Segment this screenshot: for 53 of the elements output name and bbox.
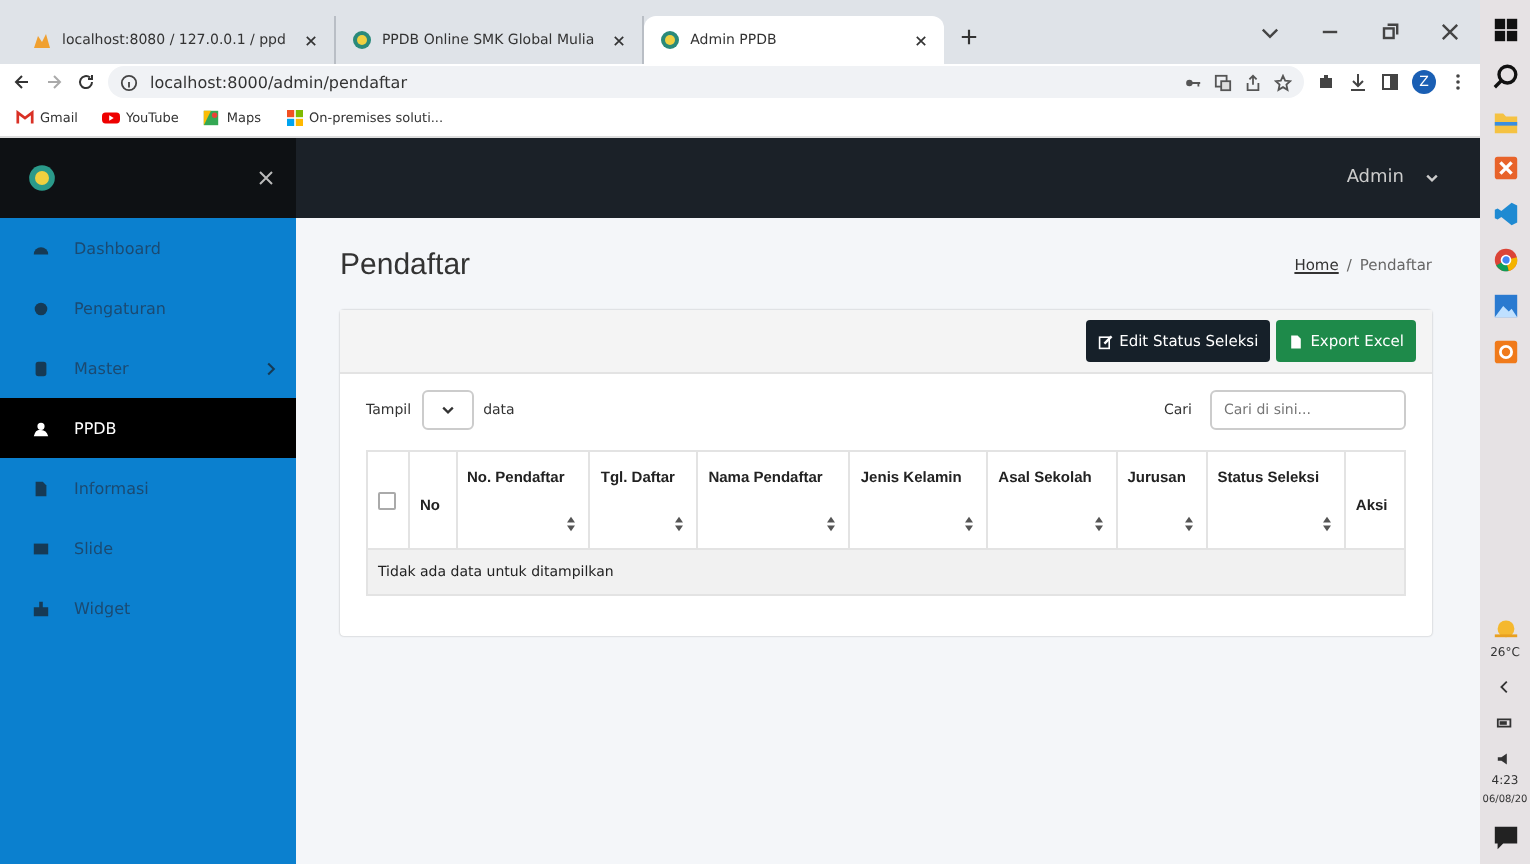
chrome-icon[interactable] [1491,246,1519,274]
user-icon [32,419,50,437]
mail-icon [16,110,34,126]
sort-icon[interactable] [1321,516,1332,532]
battery-icon[interactable] [1496,714,1514,732]
address-field[interactable]: localhost:8000/admin/pendaftar [108,66,1304,98]
sort-icon[interactable] [1093,516,1104,532]
four-squares-icon [285,110,304,126]
file-icon [1288,333,1305,349]
info-icon [120,73,138,91]
code-editor-icon[interactable] [1491,200,1519,228]
share-icon[interactable] [1244,73,1262,91]
close-icon[interactable] [303,33,318,47]
edit-icon [1097,333,1114,349]
close-icon[interactable] [612,33,627,47]
search-icon[interactable] [1491,62,1519,90]
sort-icon[interactable] [826,516,837,532]
app-icon[interactable] [1491,154,1519,182]
folder-icon[interactable] [1491,108,1519,136]
sort-icon[interactable] [1183,516,1194,532]
sort-icon[interactable] [674,516,685,532]
map-icon [202,110,221,126]
chevron-right-icon [266,361,276,375]
close-icon[interactable] [1438,20,1462,44]
sort-icon[interactable] [566,516,577,532]
emblem-icon [351,30,372,50]
sidebar-item[interactable]: PPDB [0,398,296,458]
page-title: Pendaftar [340,247,471,281]
sort-icon[interactable] [964,516,975,532]
select-all-checkbox[interactable] [378,491,396,509]
flame-icon [32,30,52,50]
caret-icon[interactable] [1424,170,1440,186]
download-icon[interactable] [1348,72,1368,92]
app-icon[interactable] [1491,338,1519,366]
close-sidebar-icon[interactable] [256,168,276,188]
file-icon [32,479,50,497]
emblem-logo [28,164,56,192]
emblem-icon [660,30,681,50]
windows-icon[interactable] [1491,16,1519,44]
chevron-down-icon [439,402,456,418]
photos-icon[interactable] [1491,292,1519,320]
side-panel-icon[interactable] [1380,72,1400,92]
play-icon [101,110,120,126]
back-arrow-icon[interactable] [12,72,32,92]
user-menu[interactable]: Admin [1346,168,1404,188]
reload-icon[interactable] [76,72,96,92]
notification-icon[interactable] [1491,824,1519,852]
restore-icon[interactable] [1378,20,1402,44]
puzzle-icon[interactable] [1316,72,1336,92]
translate-icon[interactable] [1214,73,1232,91]
star-icon[interactable] [1274,73,1292,91]
new-tab-icon[interactable] [960,27,979,45]
close-icon[interactable] [914,33,929,47]
